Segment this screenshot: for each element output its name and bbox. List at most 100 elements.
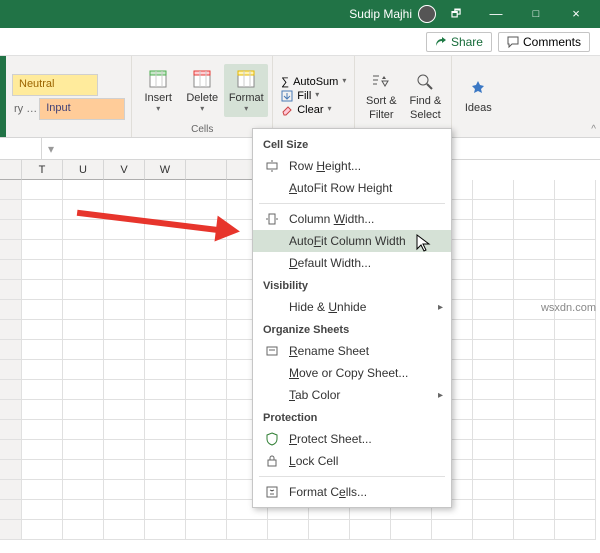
row-header[interactable] <box>0 320 22 340</box>
menu-format-cells[interactable]: Format Cells... <box>253 481 451 503</box>
cell[interactable] <box>473 380 514 400</box>
cell[interactable] <box>514 420 555 440</box>
cell[interactable] <box>186 340 227 360</box>
cell[interactable] <box>145 280 186 300</box>
fill-button[interactable]: Fill ▾ <box>281 90 346 102</box>
close-button[interactable]: × <box>556 0 596 28</box>
cell[interactable] <box>514 180 555 200</box>
cell[interactable] <box>514 480 555 500</box>
cell[interactable] <box>555 260 596 280</box>
cell[interactable] <box>104 180 145 200</box>
cell[interactable] <box>268 520 309 540</box>
row-header[interactable] <box>0 280 22 300</box>
cell[interactable] <box>514 340 555 360</box>
cell[interactable] <box>309 520 350 540</box>
cell[interactable] <box>63 500 104 520</box>
row-header[interactable] <box>0 340 22 360</box>
cell[interactable] <box>514 320 555 340</box>
ideas-button[interactable]: Ideas <box>456 74 500 118</box>
cell[interactable] <box>63 460 104 480</box>
cell[interactable] <box>473 500 514 520</box>
style-neutral[interactable]: Neutral <box>12 74 98 96</box>
cell[interactable] <box>473 360 514 380</box>
cell[interactable] <box>555 420 596 440</box>
cell[interactable] <box>555 220 596 240</box>
cell[interactable] <box>104 320 145 340</box>
cell[interactable] <box>145 360 186 380</box>
row-header[interactable] <box>0 240 22 260</box>
cell[interactable] <box>22 400 63 420</box>
cell[interactable] <box>104 420 145 440</box>
cell[interactable] <box>63 280 104 300</box>
cell[interactable] <box>514 380 555 400</box>
menu-default-width[interactable]: Default Width... <box>253 252 451 274</box>
cell[interactable] <box>186 180 227 200</box>
column-header[interactable]: W <box>145 160 186 180</box>
cell[interactable] <box>514 440 555 460</box>
cell[interactable] <box>22 240 63 260</box>
cell[interactable] <box>555 200 596 220</box>
column-header[interactable] <box>186 160 227 180</box>
cell[interactable] <box>63 400 104 420</box>
column-header[interactable]: V <box>104 160 145 180</box>
autosum-button[interactable]: ∑ AutoSum ▾ <box>281 76 346 88</box>
menu-protect-sheet[interactable]: Protect Sheet... <box>253 428 451 450</box>
cell[interactable] <box>22 420 63 440</box>
maximize-button[interactable]: □ <box>516 0 556 28</box>
cell[interactable] <box>145 400 186 420</box>
cell[interactable] <box>22 460 63 480</box>
cell[interactable] <box>22 380 63 400</box>
cell[interactable] <box>104 260 145 280</box>
cell[interactable] <box>104 460 145 480</box>
cell[interactable] <box>473 200 514 220</box>
cell[interactable] <box>473 440 514 460</box>
cell[interactable] <box>514 280 555 300</box>
cell[interactable] <box>186 400 227 420</box>
cell[interactable] <box>22 280 63 300</box>
cell[interactable] <box>22 320 63 340</box>
cell[interactable] <box>473 240 514 260</box>
style-input[interactable]: Input <box>39 98 125 120</box>
cell[interactable] <box>555 480 596 500</box>
row-header[interactable] <box>0 520 22 540</box>
cell[interactable] <box>186 460 227 480</box>
cell[interactable] <box>555 320 596 340</box>
cell[interactable] <box>104 480 145 500</box>
cell[interactable] <box>391 520 432 540</box>
comments-button[interactable]: Comments <box>498 32 590 52</box>
row-header[interactable] <box>0 460 22 480</box>
cell[interactable] <box>104 500 145 520</box>
cell[interactable] <box>555 440 596 460</box>
menu-lock-cell[interactable]: Lock Cell <box>253 450 451 472</box>
name-box[interactable] <box>0 138 42 159</box>
cell[interactable] <box>63 260 104 280</box>
menu-column-width[interactable]: Column Width... <box>253 208 451 230</box>
cell[interactable] <box>514 520 555 540</box>
minimize-button[interactable]: — <box>476 0 516 28</box>
cell[interactable] <box>22 220 63 240</box>
cell[interactable] <box>555 400 596 420</box>
cell[interactable] <box>473 400 514 420</box>
cell[interactable] <box>350 520 391 540</box>
cell[interactable] <box>63 340 104 360</box>
cell[interactable] <box>514 400 555 420</box>
cell[interactable] <box>555 240 596 260</box>
cell[interactable] <box>145 380 186 400</box>
cell[interactable] <box>473 340 514 360</box>
row-header[interactable] <box>0 180 22 200</box>
cell[interactable] <box>555 500 596 520</box>
cell[interactable] <box>104 520 145 540</box>
menu-rename-sheet[interactable]: Rename Sheet <box>253 340 451 362</box>
cell[interactable] <box>22 360 63 380</box>
menu-hide-unhide[interactable]: Hide & Unhide ▸ <box>253 296 451 318</box>
cell[interactable] <box>555 380 596 400</box>
insert-button[interactable]: Insert ▾ <box>136 64 180 117</box>
cell[interactable] <box>432 520 473 540</box>
row-header[interactable] <box>0 200 22 220</box>
cell[interactable] <box>104 280 145 300</box>
delete-button[interactable]: Delete ▾ <box>180 64 224 117</box>
cell[interactable] <box>186 440 227 460</box>
cell[interactable] <box>145 300 186 320</box>
cell[interactable] <box>145 180 186 200</box>
cell[interactable] <box>63 380 104 400</box>
